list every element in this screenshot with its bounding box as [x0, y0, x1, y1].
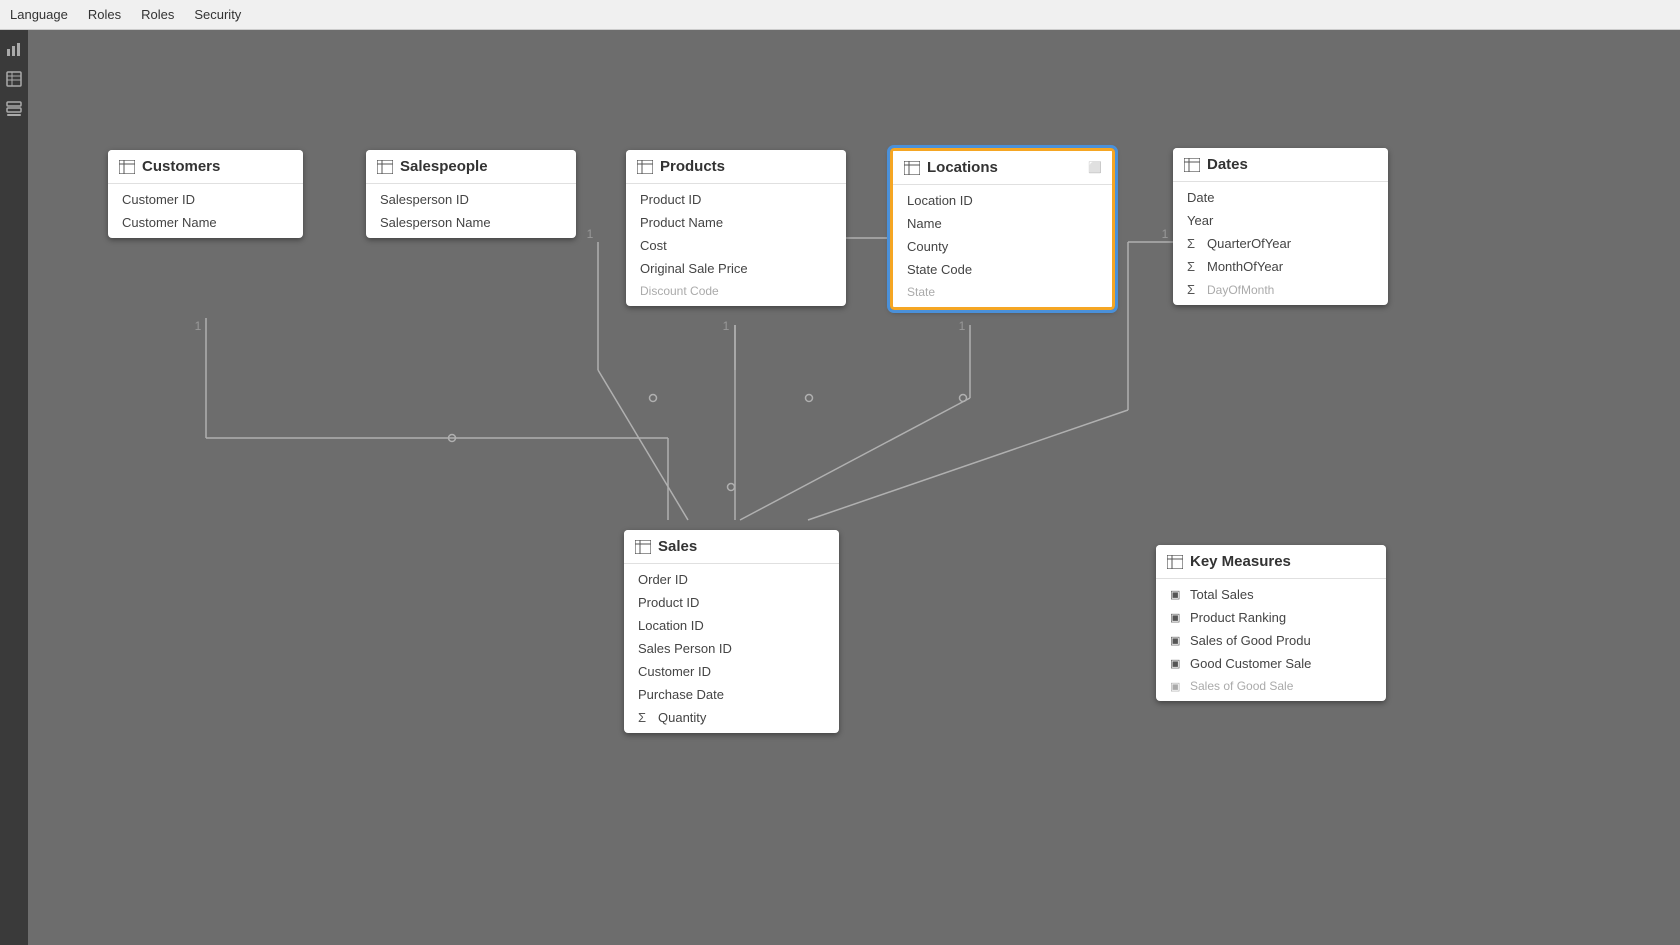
products-body: Product ID Product Name Cost Original Sa…: [626, 184, 846, 306]
key-measures-title: Key Measures: [1190, 553, 1291, 570]
maximize-button[interactable]: ⬜: [1088, 161, 1102, 174]
sales-table-header[interactable]: Sales: [624, 530, 839, 564]
measure-icon-total-sales: ▣: [1170, 588, 1184, 601]
dates-table-header[interactable]: Dates: [1173, 148, 1388, 182]
salespeople-body: Salesperson ID Salesperson Name: [366, 184, 576, 238]
dates-title: Dates: [1207, 156, 1248, 173]
key-measures-body: ▣ Total Sales ▣ Product Ranking ▣ Sales …: [1156, 579, 1386, 701]
locations-body: Location ID Name County State Code State: [893, 185, 1112, 307]
field-sales-person-id[interactable]: Sales Person ID: [624, 637, 839, 660]
field-order-id[interactable]: Order ID: [624, 568, 839, 591]
locations-title: Locations: [927, 159, 998, 176]
field-customer-id[interactable]: Customer ID: [108, 188, 303, 211]
salespeople-table-icon: [376, 160, 394, 174]
measure-icon-sales-good-sale: ▣: [1170, 680, 1184, 693]
chart-icon[interactable]: [3, 38, 25, 60]
field-day-of-month[interactable]: Σ DayOfMonth: [1173, 278, 1388, 301]
field-location-id[interactable]: Location ID: [893, 189, 1112, 212]
salespeople-title: Salespeople: [400, 158, 488, 175]
measure-icon-sales-good-produ: ▣: [1170, 634, 1184, 647]
security-menu[interactable]: Security: [194, 7, 241, 22]
top-bar: Language Roles Roles Security: [0, 0, 1680, 30]
products-table-icon: [636, 160, 654, 174]
field-year[interactable]: Year: [1173, 209, 1388, 232]
sales-body: Order ID Product ID Location ID Sales Pe…: [624, 564, 839, 733]
field-cost[interactable]: Cost: [626, 234, 846, 257]
language-menu[interactable]: Language: [10, 7, 68, 22]
field-original-sale-price[interactable]: Original Sale Price: [626, 257, 846, 280]
field-sales-product-id[interactable]: Product ID: [624, 591, 839, 614]
dates-table-icon: [1183, 158, 1201, 172]
products-title: Products: [660, 158, 725, 175]
field-date[interactable]: Date: [1173, 186, 1388, 209]
field-state[interactable]: State: [893, 281, 1112, 303]
customers-table: Customers Customer ID Customer Name: [108, 150, 303, 238]
dates-table: Dates Date Year Σ QuarterOfYear Σ MonthO…: [1173, 148, 1388, 305]
calc-icon-month: Σ: [1187, 259, 1201, 274]
field-discount-code[interactable]: Discount Code: [626, 280, 846, 302]
key-measures-table: Key Measures ▣ Total Sales ▣ Product Ran…: [1156, 545, 1386, 701]
customers-table-icon: [118, 160, 136, 174]
field-quantity[interactable]: Σ Quantity: [624, 706, 839, 729]
field-sales-good-produ[interactable]: ▣ Sales of Good Produ: [1156, 629, 1386, 652]
field-product-ranking[interactable]: ▣ Product Ranking: [1156, 606, 1386, 629]
measure-icon-product-ranking: ▣: [1170, 611, 1184, 624]
table-icon[interactable]: [3, 68, 25, 90]
products-table: Products Product ID Product Name Cost Or…: [626, 150, 846, 306]
sidebar: [0, 30, 28, 945]
salespeople-table-header[interactable]: Salespeople: [366, 150, 576, 184]
field-sales-customer-id[interactable]: Customer ID: [624, 660, 839, 683]
field-state-code[interactable]: State Code: [893, 258, 1112, 281]
field-sales-location-id[interactable]: Location ID: [624, 614, 839, 637]
model-icon[interactable]: [3, 98, 25, 120]
field-purchase-date[interactable]: Purchase Date: [624, 683, 839, 706]
customers-table-header[interactable]: Customers: [108, 150, 303, 184]
locations-table-header[interactable]: Locations ⬜: [893, 151, 1112, 185]
field-product-id[interactable]: Product ID: [626, 188, 846, 211]
field-customer-name-label: Customer Name: [122, 215, 217, 230]
locations-table-icon: [903, 161, 921, 175]
dates-body: Date Year Σ QuarterOfYear Σ MonthOfYear …: [1173, 182, 1388, 305]
field-location-name[interactable]: Name: [893, 212, 1112, 235]
locations-table: Locations ⬜ Location ID Name County Stat…: [890, 148, 1115, 310]
calc-icon-quarter: Σ: [1187, 236, 1201, 251]
field-county[interactable]: County: [893, 235, 1112, 258]
sales-title: Sales: [658, 538, 697, 555]
svg-text:1: 1: [195, 319, 202, 333]
field-customer-name[interactable]: Customer Name: [108, 211, 303, 234]
field-month-of-year[interactable]: Σ MonthOfYear: [1173, 255, 1388, 278]
field-sales-good-sale[interactable]: ▣ Sales of Good Sale: [1156, 675, 1386, 697]
customers-title: Customers: [142, 158, 220, 175]
key-measures-table-icon: [1166, 555, 1184, 569]
field-total-sales[interactable]: ▣ Total Sales: [1156, 583, 1386, 606]
field-customer-id-label: Customer ID: [122, 192, 195, 207]
sigma-icon-quantity: Σ: [638, 710, 652, 725]
sales-table: Sales Order ID Product ID Location ID Sa…: [624, 530, 839, 733]
field-quarter-of-year[interactable]: Σ QuarterOfYear: [1173, 232, 1388, 255]
products-table-header[interactable]: Products: [626, 150, 846, 184]
key-measures-table-header[interactable]: Key Measures: [1156, 545, 1386, 579]
field-good-customer-sale[interactable]: ▣ Good Customer Sale: [1156, 652, 1386, 675]
field-product-name[interactable]: Product Name: [626, 211, 846, 234]
field-salesperson-name[interactable]: Salesperson Name: [366, 211, 576, 234]
svg-text:1: 1: [959, 319, 966, 333]
field-salesperson-id[interactable]: Salesperson ID: [366, 188, 576, 211]
svg-text:1: 1: [587, 227, 594, 241]
roles-menu-1[interactable]: Roles: [88, 7, 121, 22]
calc-icon-day: Σ: [1187, 282, 1201, 297]
svg-text:1: 1: [723, 319, 730, 333]
customers-body: Customer ID Customer Name: [108, 184, 303, 238]
svg-text:1: 1: [1162, 227, 1169, 241]
diagram-canvas: 1 1 1 1 1 ✦ ✦ ✦ ✦ ✦ Customers Customer I…: [28, 30, 1680, 945]
salespeople-table: Salespeople Salesperson ID Salesperson N…: [366, 150, 576, 238]
roles-menu-2[interactable]: Roles: [141, 7, 174, 22]
measure-icon-good-customer: ▣: [1170, 657, 1184, 670]
sales-table-icon: [634, 540, 652, 554]
